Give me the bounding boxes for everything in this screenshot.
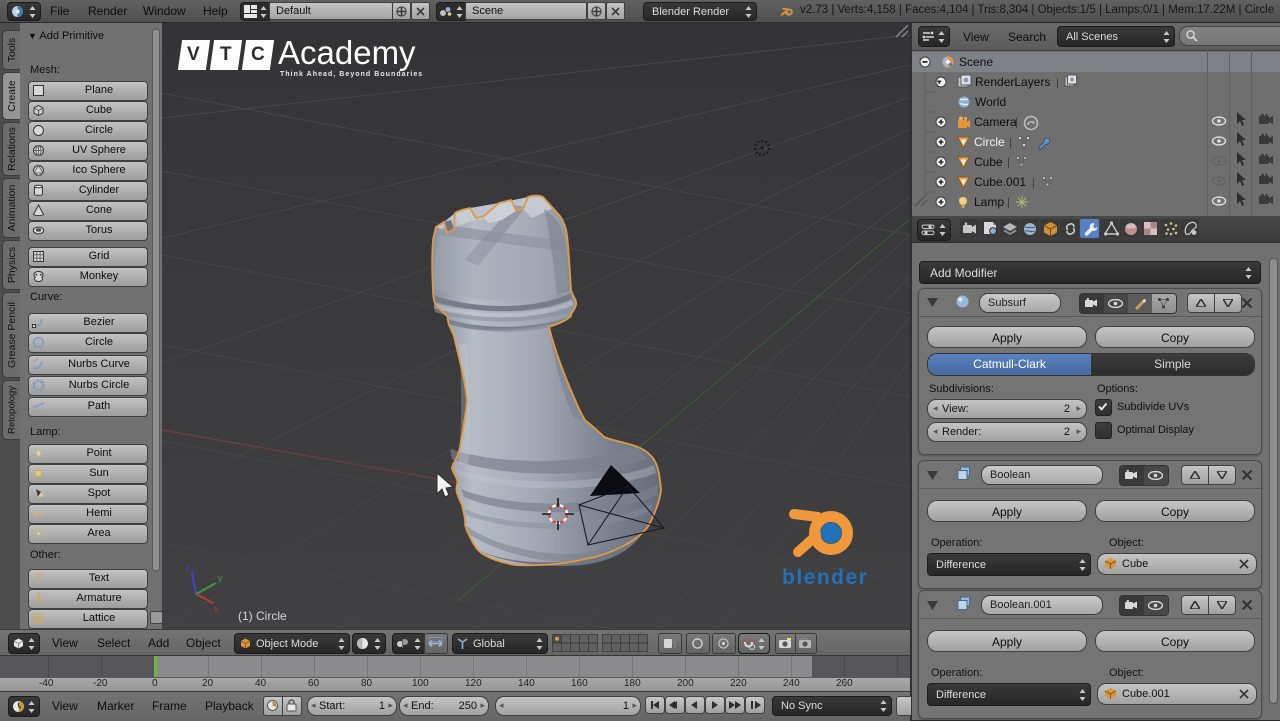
svg-text:|: |	[1007, 157, 1010, 169]
svg-text:World: World	[975, 95, 1006, 109]
svg-text:Cube.001: Cube.001	[974, 175, 1026, 189]
svg-text:x: x	[214, 604, 219, 614]
svg-text:Camera: Camera	[974, 115, 1017, 129]
svg-text:Scene: Scene	[959, 55, 993, 69]
svg-text:Circle: Circle	[974, 135, 1005, 149]
svg-text:|: |	[1007, 197, 1010, 209]
svg-text:|: |	[1015, 117, 1018, 129]
svg-text:Cube: Cube	[974, 155, 1003, 169]
svg-text:Lamp: Lamp	[974, 195, 1004, 209]
svg-text:y: y	[218, 573, 223, 583]
svg-text:RenderLayers: RenderLayers	[975, 75, 1050, 89]
svg-text:|: |	[1009, 137, 1012, 149]
svg-text:|: |	[1056, 77, 1059, 89]
svg-text:z: z	[186, 562, 191, 572]
svg-text:|: |	[1032, 177, 1035, 189]
